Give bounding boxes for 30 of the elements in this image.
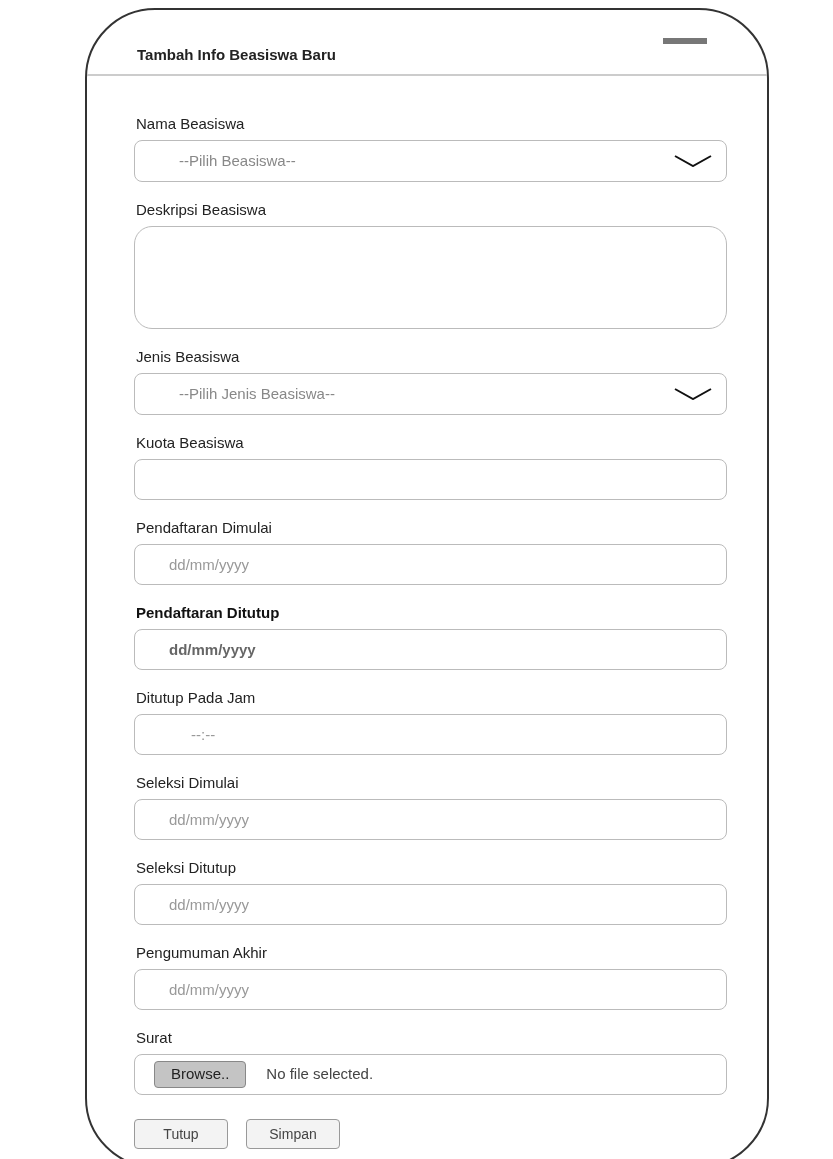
chevron-down-icon bbox=[674, 388, 712, 400]
field-label: Ditutup Pada Jam bbox=[135, 688, 257, 708]
field-label: Kuota Beasiswa bbox=[135, 433, 245, 453]
field-label: Seleksi Ditutup bbox=[135, 858, 238, 878]
field-label: Surat bbox=[135, 1028, 173, 1048]
file-field[interactable]: Browse.. No file selected. bbox=[134, 1054, 727, 1095]
field-label: Pendaftaran Ditutup bbox=[135, 603, 281, 623]
chevron-down-icon bbox=[674, 155, 712, 167]
browse-button[interactable]: Browse.. bbox=[154, 1061, 247, 1088]
time-field[interactable]: --:-- bbox=[134, 714, 727, 755]
input-field[interactable]: dd/mm/yyyy bbox=[134, 969, 727, 1010]
field-label: Seleksi Dimulai bbox=[135, 773, 240, 793]
input-field[interactable]: dd/mm/yyyy bbox=[134, 629, 727, 670]
file-status: No file selected. bbox=[266, 1064, 374, 1085]
field-label: Pengumuman Akhir bbox=[135, 943, 268, 963]
minimize-icon bbox=[663, 38, 707, 44]
field-label: Deskripsi Beasiswa bbox=[135, 200, 268, 220]
dropdown-field[interactable]: --Pilih Jenis Beasiswa-- bbox=[134, 373, 727, 415]
input-field[interactable] bbox=[134, 459, 727, 500]
input-field[interactable]: dd/mm/yyyy bbox=[134, 544, 727, 585]
input-field[interactable]: dd/mm/yyyy bbox=[134, 799, 727, 840]
dialog-button[interactable]: Simpan bbox=[246, 1119, 340, 1149]
dropdown-field[interactable]: --Pilih Beasiswa-- bbox=[134, 140, 727, 182]
field-label: Jenis Beasiswa bbox=[135, 347, 241, 367]
field-label: Pendaftaran Dimulai bbox=[135, 518, 273, 538]
dialog-button[interactable]: Tutup bbox=[134, 1119, 228, 1149]
field-label: Nama Beasiswa bbox=[135, 114, 246, 134]
textarea-field[interactable] bbox=[134, 226, 727, 329]
input-field[interactable]: dd/mm/yyyy bbox=[134, 884, 727, 925]
dialog-title: Tambah Info Beasiswa Baru bbox=[137, 44, 336, 65]
